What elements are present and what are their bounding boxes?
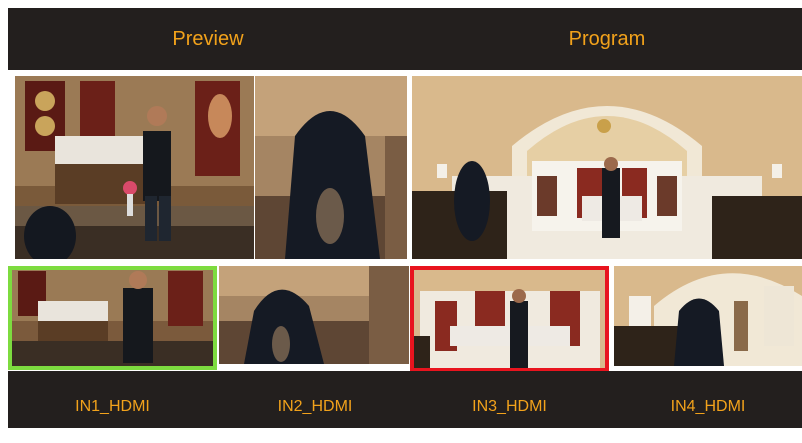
preview-monitor-closeup (255, 76, 407, 259)
input-labels-bar: IN1_HDMI IN2_HDMI IN3_HDMI IN4_HDMI (8, 371, 802, 428)
preview-monitor-main (15, 76, 254, 259)
input-label-4[interactable]: IN4_HDMI (614, 371, 802, 428)
preview-title: Preview (172, 28, 244, 50)
monitor-header-bar: Preview Program (8, 8, 802, 70)
input-label-2[interactable]: IN2_HDMI (219, 371, 411, 428)
input-thumb-2[interactable] (219, 266, 409, 364)
input-thumb-4[interactable] (614, 266, 802, 366)
input-thumb-1[interactable] (8, 266, 217, 370)
input-thumb-3[interactable] (410, 266, 609, 372)
input-label-3[interactable]: IN3_HDMI (410, 371, 609, 428)
program-monitor (412, 76, 802, 259)
program-title: Program (568, 28, 646, 50)
input-label-1[interactable]: IN1_HDMI (8, 371, 217, 428)
